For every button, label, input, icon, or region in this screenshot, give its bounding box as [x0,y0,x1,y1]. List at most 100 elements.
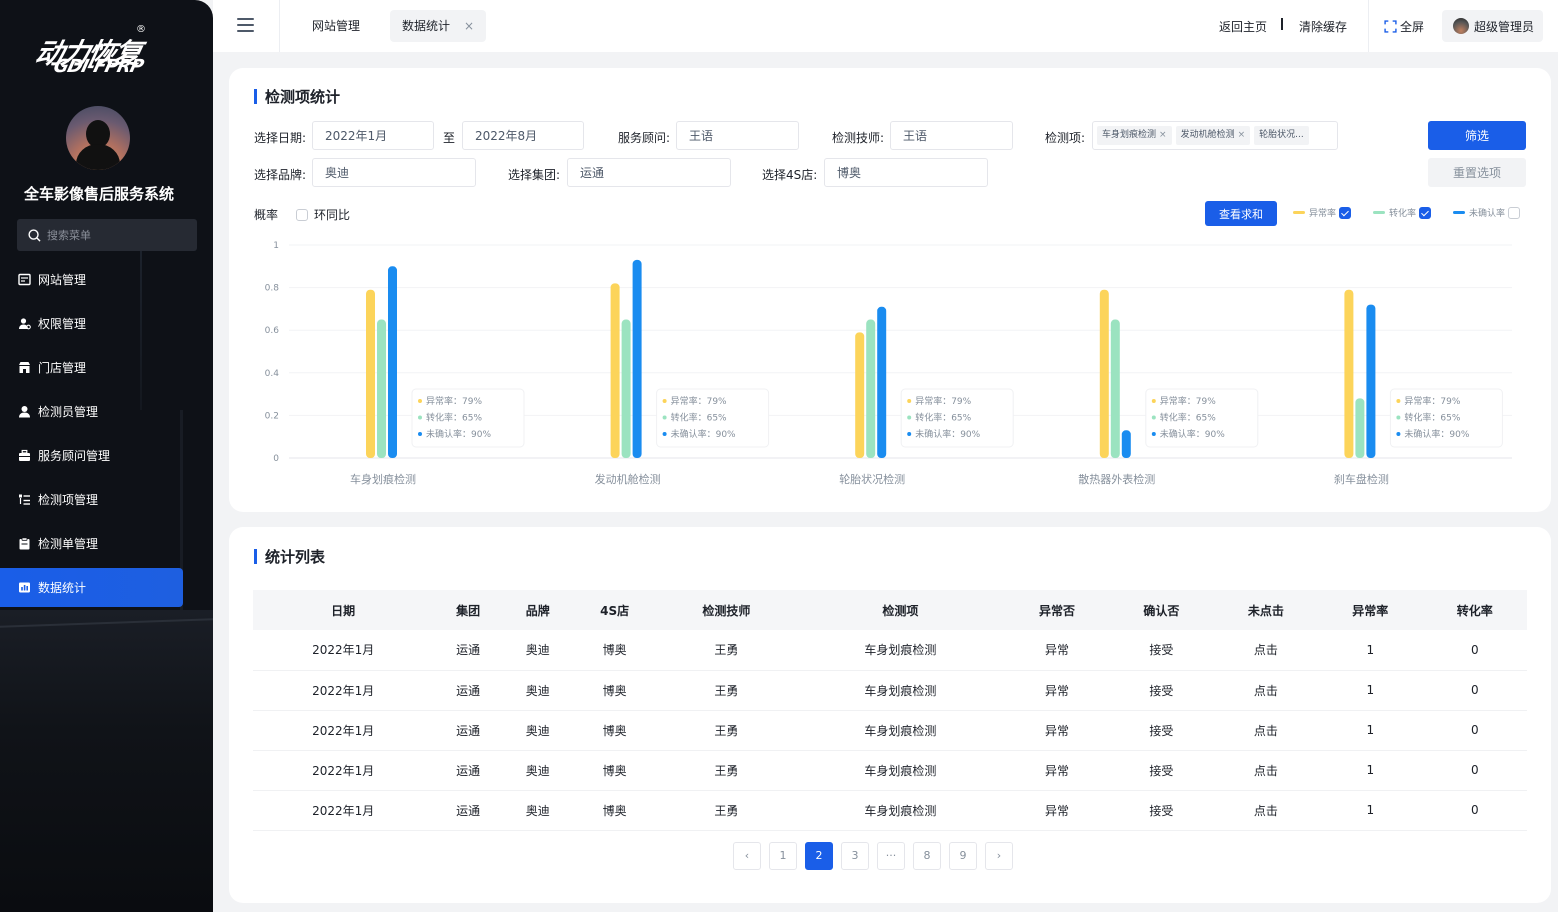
sidebar-item-label: 门店管理 [38,360,87,375]
sidebar-item-7[interactable]: 检测单管理 [0,521,213,565]
tab-label: 网站管理 [312,19,361,33]
tooltip-text: 未确认率：90% [1404,428,1469,440]
table-cell: 博奥 [572,670,657,711]
table-cell: 1 [1318,670,1423,711]
table-cell: 博奥 [572,710,657,751]
sidebar-item-2[interactable]: 权限管理 [0,301,213,345]
table-cell: 点击 [1213,710,1319,751]
page-button[interactable]: 1 [769,842,797,870]
hamburger-icon[interactable] [237,18,254,32]
bar [610,283,620,458]
tooltip-text: 未确认率：90% [915,428,980,440]
bar [1099,289,1109,458]
column-header: 日期 [253,590,434,630]
table-cell: 奥迪 [502,710,573,751]
tooltip-text: 异常率：79% [1404,395,1460,407]
table-cell: 接受 [1109,790,1214,831]
y-tick-label: 0 [273,454,279,464]
divider [1281,18,1283,30]
sidebar-item-8[interactable]: 数据统计 [0,568,183,607]
sidebar-item-label: 数据统计 [38,581,87,595]
tooltip-text: 转化率：65% [671,412,727,424]
fullscreen-label: 全屏 [1400,20,1425,34]
table-cell: 博奥 [572,630,657,671]
table-cell: 接受 [1109,710,1214,751]
next-page-button[interactable]: › [985,842,1013,870]
table-cell: 王勇 [656,790,796,831]
table-cell: 2022年1月 [253,750,434,791]
back-home-link[interactable]: 返回主页 [1219,18,1267,35]
table-row: 2022年1月 运通 奥迪 博奥 王勇 车身划痕检测 异常 接受 点击 1 0 [253,750,1527,791]
sidebar-item-1[interactable]: 网站管理 [0,257,213,301]
avatar-body [76,144,120,170]
sidebar: 动力恢复 GDI-FPRP ® 全车影像售后服务系统 网站管理权限管理门店管理检… [0,0,213,912]
tooltip-text: 转化率：65% [1404,412,1460,424]
sidebar-item-4[interactable]: 检测员管理 [0,389,213,433]
permission-icon [19,317,31,329]
table-row: 2022年1月 运通 奥迪 博奥 王勇 车身划痕检测 异常 接受 点击 1 0 [253,670,1527,711]
table-cell: 王勇 [656,630,796,671]
pagination: ‹ 1 2 3 ··· 8 9 › [733,842,1021,870]
page-button[interactable]: 9 [949,842,977,870]
user-menu[interactable]: 超级管理员 [1442,10,1543,42]
table-cell: 博奥 [572,750,657,791]
table-cell: 0 [1422,670,1527,711]
stats-chart: 0 0.2 0.4 0.6 0.8 1 车身划痕检测 异常率：79% 转化率：65% 未确认率：9… [265,241,1512,486]
table-cell: 车身划痕检测 [795,630,1005,671]
list-card: 统计列表 日期 集团 品牌 4S店 检测技师 检测项 异常否 确认否 未点击 异常率 转化率 202… [229,527,1551,903]
page-button[interactable]: 2 [805,842,833,870]
fullscreen-button[interactable]: 全屏 [1384,18,1424,35]
page-button[interactable]: ··· [877,842,905,870]
tooltip-text: 转化率：65% [1160,412,1216,424]
sidebar-item-6[interactable]: 检测项管理 [0,477,213,521]
sidebar-item-5[interactable]: 服务顾问管理 [0,433,213,477]
tooltip-text: 转化率：65% [915,412,971,424]
briefcase-icon [19,449,30,461]
divider [1368,0,1369,52]
tooltip-dot [418,399,422,403]
prev-page-button[interactable]: ‹ [733,842,761,870]
table-cell: 运通 [433,630,503,671]
bar [1110,319,1120,458]
bar [632,259,642,458]
x-tick-label: 车身划痕检测 [350,472,416,486]
tooltip-dot [662,399,667,403]
table-cell: 0 [1422,790,1527,831]
table-cell: 王勇 [656,750,796,791]
decor-floor [0,610,213,912]
table-cell: 点击 [1213,750,1319,791]
table-cell: 0 [1422,750,1527,791]
menu-search-input[interactable] [47,228,177,242]
clipboard-icon [19,536,30,549]
page-button[interactable]: 8 [913,842,941,870]
table-cell: 异常 [1004,790,1110,831]
tooltip-dot [1396,399,1401,403]
tooltip-dot [662,432,667,436]
sidebar-item-label: 网站管理 [38,272,87,287]
page-button[interactable]: 3 [841,842,869,870]
tooltip-dot [1151,415,1156,420]
tab-label: 数据统计 [402,19,451,33]
table-cell: 博奥 [572,790,657,831]
tooltip-dot [907,399,912,403]
avatar[interactable] [66,106,130,170]
close-icon[interactable]: × [464,19,474,33]
store-icon [19,361,30,373]
menu-search[interactable] [17,219,197,251]
x-tick-label: 轮胎状况检测 [839,472,905,486]
table-cell: 1 [1318,750,1423,791]
table-cell: 王勇 [656,710,796,751]
clear-cache-link[interactable]: 清除缓存 [1299,18,1347,35]
table-cell: 奥迪 [502,670,573,711]
sidebar-item-3[interactable]: 门店管理 [0,345,213,389]
table-cell: 异常 [1004,710,1110,751]
tooltip-text: 异常率：79% [1160,395,1216,407]
tooltip-dot [1396,432,1401,436]
table-cell: 0 [1422,710,1527,751]
bar [1355,398,1365,458]
tab-stats[interactable]: 数据统计 × [390,10,487,42]
bar [855,332,865,458]
tab-site[interactable]: 网站管理 [300,10,372,42]
bar [377,319,386,458]
table-row: 2022年1月 运通 奥迪 博奥 王勇 车身划痕检测 异常 接受 点击 1 0 [253,630,1527,671]
